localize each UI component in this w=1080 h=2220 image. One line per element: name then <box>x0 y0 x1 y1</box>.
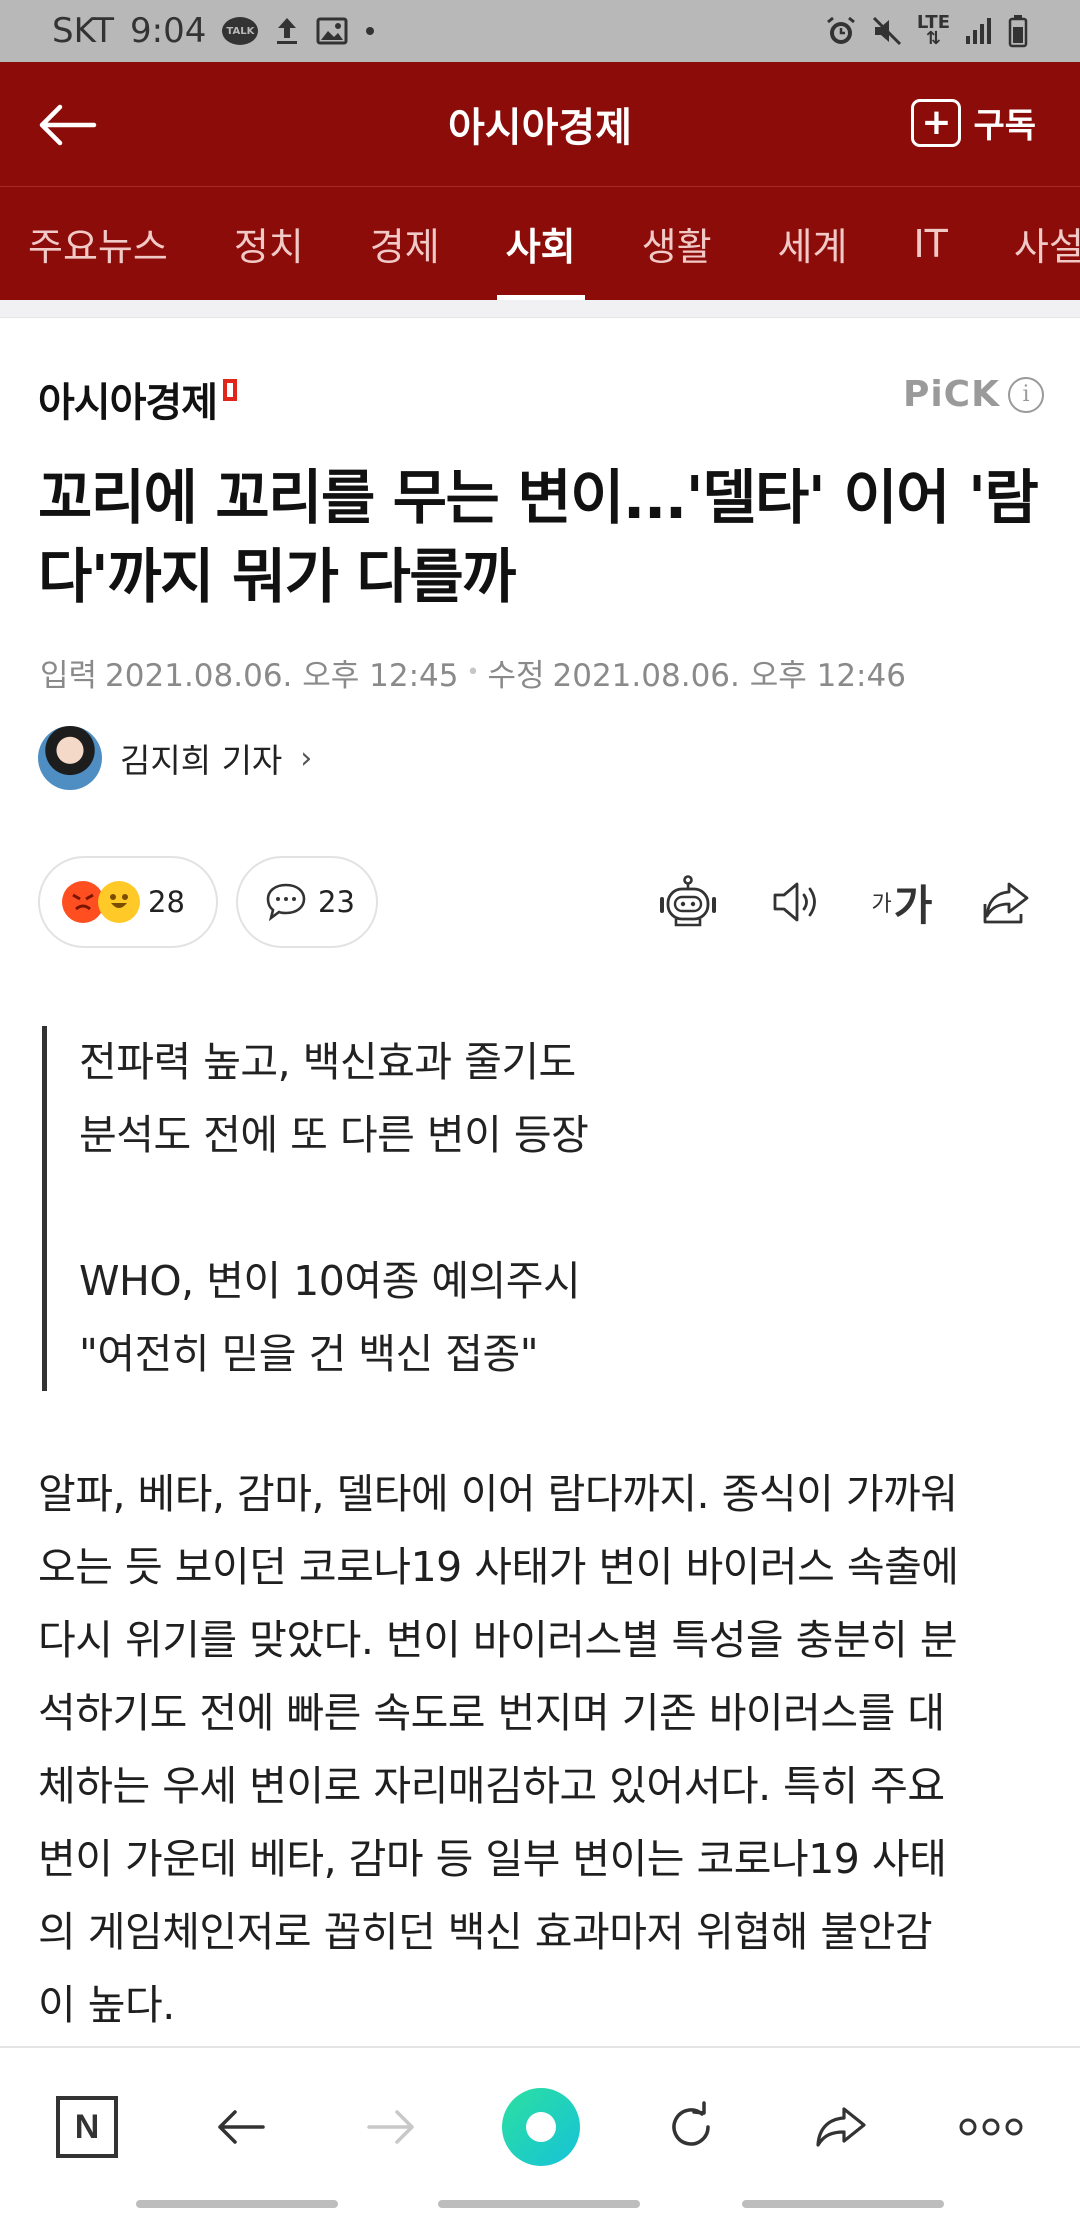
action-row: 28 23 가가 <box>38 856 1044 948</box>
naver-home-icon: N <box>56 2096 118 2158</box>
summary-line: WHO, 변이 10여종 예의주시 <box>79 1257 581 1305</box>
forward-arrow-icon <box>367 2110 414 2144</box>
comment-icon <box>266 883 306 922</box>
share-icon <box>816 2107 866 2147</box>
publisher-logo[interactable]: 아시아경제 <box>38 370 237 428</box>
talk-icon: TALK <box>222 14 259 48</box>
separator-dot: • <box>466 660 480 685</box>
back-arrow-icon <box>218 2110 265 2144</box>
tab-world[interactable]: 세계 <box>745 187 881 300</box>
alarm-icon <box>825 14 857 48</box>
summary-bot-button[interactable] <box>652 868 724 936</box>
subscribe-label: 구독 <box>973 106 1036 146</box>
share-icon <box>983 882 1029 924</box>
body-line: 오는 듯 보이던 코로나19 사태가 변이 바이러스 속출에 <box>38 1543 959 1591</box>
body-line: 체하는 우세 변이로 자리매김하고 있어서다. 특히 주요 <box>38 1762 945 1810</box>
font-size-button[interactable]: 가가 <box>866 868 938 936</box>
carrier-label: SKT <box>52 11 115 51</box>
status-time: 9:04 <box>130 11 207 51</box>
reporter-link[interactable]: 김지희 기자 › <box>38 726 312 790</box>
tabs-divider <box>0 300 1080 318</box>
gesture-hint-right <box>742 2200 944 2208</box>
battery-icon <box>1008 14 1028 48</box>
tts-button[interactable] <box>760 868 832 936</box>
body-line: 석하기도 전에 빠른 속도로 번지며 기존 바이러스를 대 <box>38 1689 945 1737</box>
info-icon: i <box>1008 376 1044 413</box>
refresh-button[interactable] <box>646 2082 736 2172</box>
talk-icon-label: TALK <box>222 17 259 45</box>
input-date: 2021.08.06. 오후 12:45 <box>105 658 459 694</box>
tab-economy[interactable]: 경제 <box>337 187 473 300</box>
happy-emoji-icon <box>98 881 140 923</box>
more-button[interactable] <box>946 2082 1036 2172</box>
refresh-icon <box>672 2101 710 2146</box>
orb-center <box>526 2112 556 2142</box>
share-button[interactable] <box>970 868 1042 936</box>
robot-icon <box>660 875 716 927</box>
font-large-label: 가 <box>893 880 933 930</box>
status-bar: SKT 9:04 TALK LTE ⇅ <box>0 0 1080 62</box>
tab-politics[interactable]: 정치 <box>201 187 337 300</box>
green-dot-icon <box>502 2088 580 2166</box>
body-line: 이 높다. <box>38 1981 175 2029</box>
image-icon <box>316 14 348 48</box>
summary-line: 분석도 전에 또 다른 변이 등장 <box>79 1111 589 1159</box>
pick-label: PiCK <box>902 374 1000 415</box>
naver-home-button[interactable]: N <box>42 2082 132 2172</box>
summary-line <box>79 1172 1022 1245</box>
mute-icon <box>871 14 903 48</box>
article-title: 꼬리에 꼬리를 무는 변이...'델타' 이어 '람다'까지 뭐가 다를까 <box>38 463 1039 612</box>
reaction-count: 28 <box>148 885 185 919</box>
article-dates: 입력 2021.08.06. 오후 12:45 • 수정 2021.08.06.… <box>40 650 906 695</box>
gesture-hint-left <box>136 2200 338 2208</box>
subscribe-button[interactable]: + 구독 <box>911 98 1036 147</box>
comment-button[interactable]: 23 <box>236 856 378 948</box>
publisher-name: 아시아경제 <box>38 380 218 426</box>
speaker-icon <box>773 882 816 922</box>
signal-icon <box>964 14 994 48</box>
browser-forward-button[interactable] <box>346 2082 436 2172</box>
chevron-right-icon: › <box>300 740 313 776</box>
upload-icon <box>274 14 300 48</box>
body-line: 의 게임체인저로 꼽히던 백신 효과마저 위협해 불안감 <box>38 1908 933 1956</box>
browser-back-button[interactable] <box>196 2082 286 2172</box>
pick-badge[interactable]: PiCK i <box>903 374 1044 415</box>
body-line: 변이 가운데 베타, 감마 등 일부 변이는 코로나19 사태 <box>38 1835 947 1883</box>
body-line: 다시 위기를 맞았다. 변이 바이러스별 특성을 충분히 분 <box>38 1616 958 1664</box>
more-icon <box>959 2118 1023 2136</box>
browser-toolbar: N <box>0 2046 1080 2220</box>
status-left: SKT 9:04 TALK <box>52 11 376 51</box>
tab-main-news[interactable]: 주요뉴스 <box>0 187 201 300</box>
tab-editorial[interactable]: 사설 <box>981 187 1080 300</box>
gesture-hint-center <box>438 2200 640 2208</box>
category-tabs: 주요뉴스 정치 경제 사회 생활 세계 IT 사설 <box>0 186 1080 300</box>
browser-share-button[interactable] <box>796 2082 886 2172</box>
summary-line: "여전히 믿을 건 백신 접종" <box>79 1330 539 1378</box>
green-dot-button[interactable] <box>496 2082 586 2172</box>
back-button[interactable] <box>34 92 100 158</box>
app-header: 아시아경제 + 구독 <box>0 62 1080 186</box>
plus-icon: + <box>911 98 962 147</box>
avatar <box>38 726 102 790</box>
dot-icon <box>364 14 376 48</box>
tab-it[interactable]: IT <box>880 187 980 300</box>
comment-count: 23 <box>318 885 355 919</box>
back-arrow-icon <box>39 104 97 146</box>
summary-line: 전파력 높고, 백신효과 줄기도 <box>79 1038 576 1086</box>
lte-icon: LTE ⇅ <box>917 14 950 48</box>
edit-date: 2021.08.06. 오후 12:46 <box>552 658 906 694</box>
tab-society[interactable]: 사회 <box>473 187 609 300</box>
article-body: 알파, 베타, 감마, 델타에 이어 람다까지. 종식이 가까워 오는 듯 보이… <box>38 1458 1046 2042</box>
reporter-name: 김지희 기자 <box>120 741 283 780</box>
reaction-button[interactable]: 28 <box>38 856 218 948</box>
article-summary: 전파력 높고, 백신효과 줄기도 분석도 전에 또 다른 변이 등장 WHO, … <box>42 1026 1022 1391</box>
font-small-label: 가 <box>871 892 892 917</box>
status-right: LTE ⇅ <box>825 14 1028 48</box>
input-label: 입력 <box>40 658 98 694</box>
body-line: 알파, 베타, 감마, 델타에 이어 람다까지. 종식이 가까워 <box>38 1470 958 1518</box>
edit-label: 수정 <box>487 658 545 694</box>
tab-life[interactable]: 생활 <box>609 187 745 300</box>
logo-mark-icon <box>223 379 237 401</box>
lte-arrows: ⇅ <box>925 28 941 49</box>
